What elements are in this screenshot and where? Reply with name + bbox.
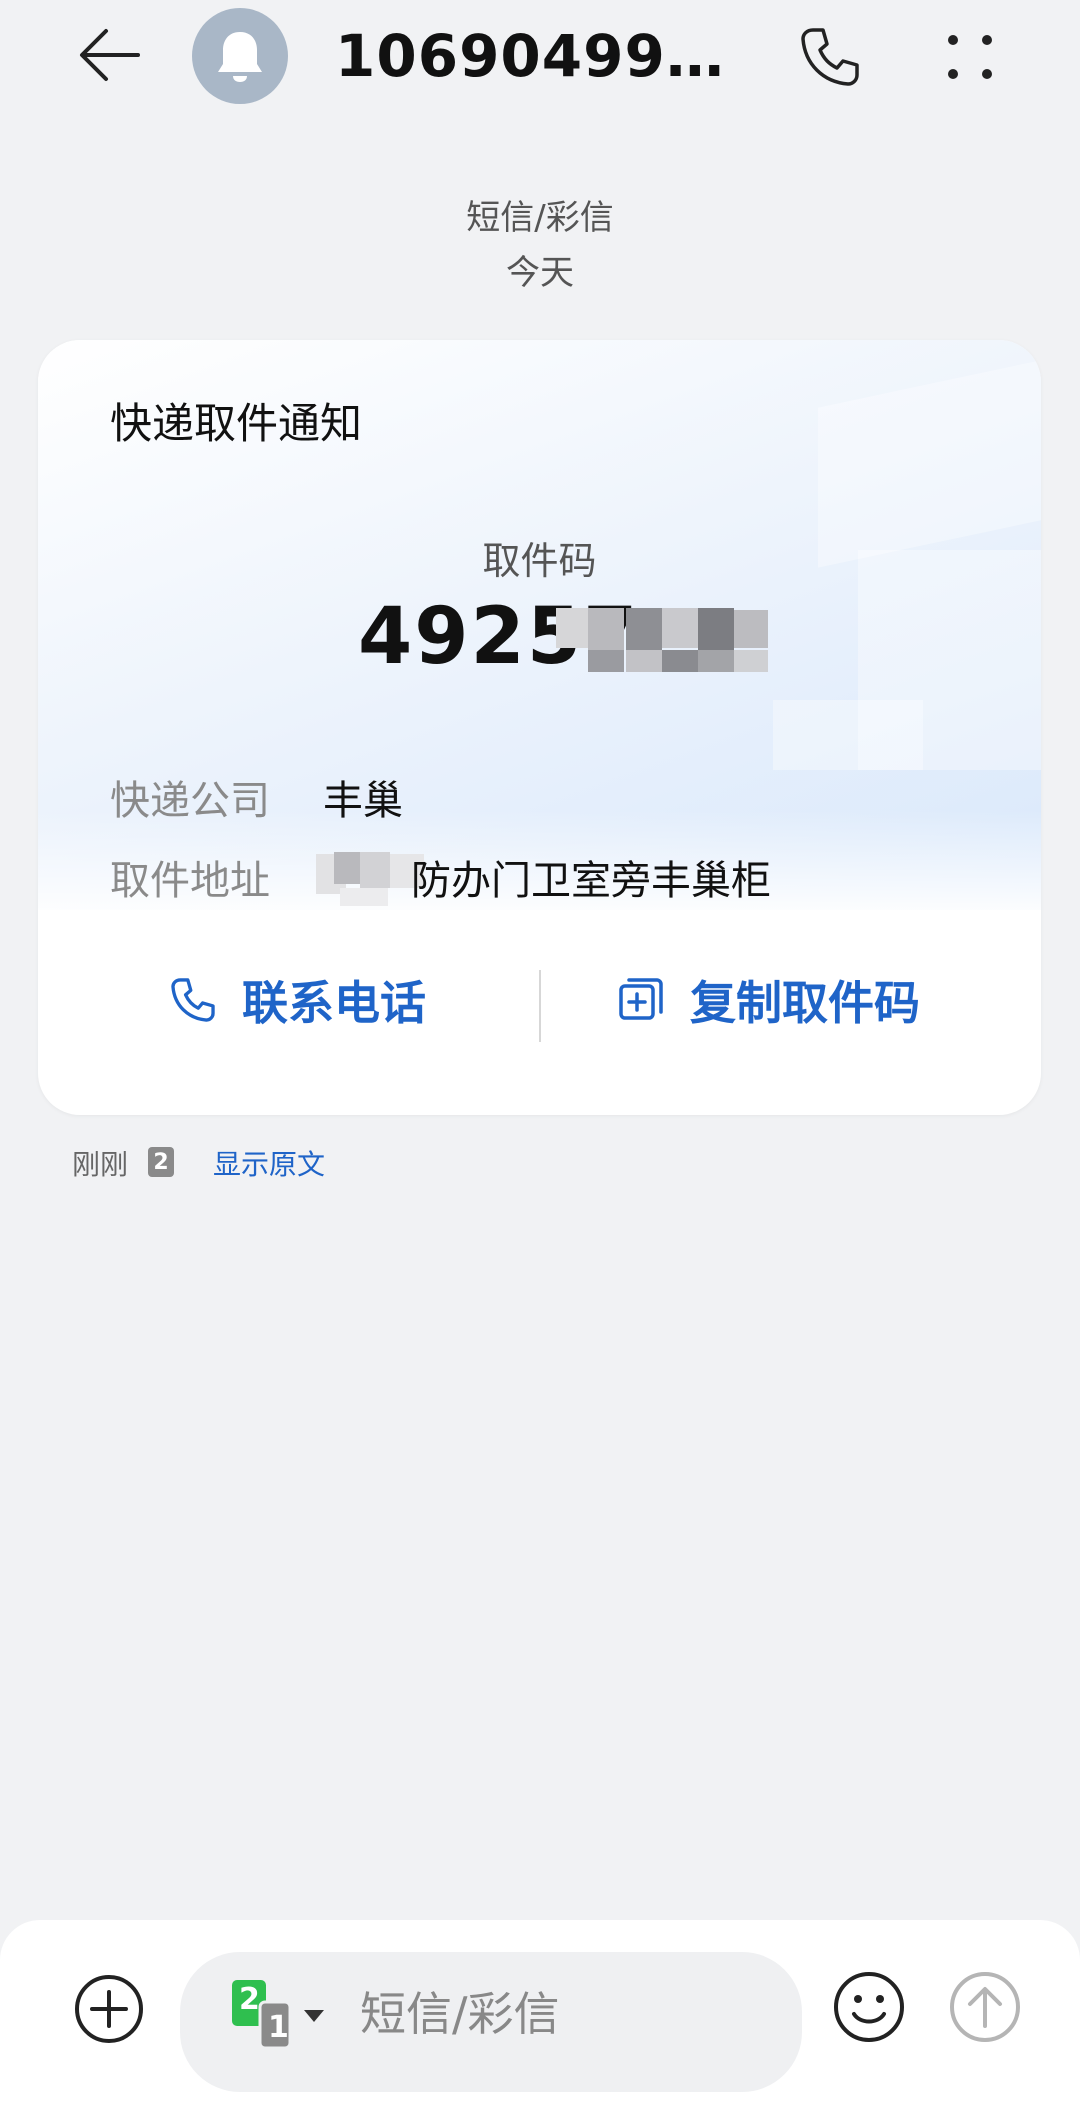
courier-company-value: 丰巢 xyxy=(323,778,403,824)
pickup-address-label: 取件地址 xyxy=(110,858,270,904)
message-time: 刚刚 xyxy=(72,1148,129,1181)
more-button[interactable] xyxy=(935,22,1005,92)
more-dots-icon xyxy=(948,35,992,79)
card-decoration xyxy=(773,700,923,770)
pickup-code-label: 取件码 xyxy=(482,539,597,583)
card-actions: 联系电话 复制取件码 xyxy=(38,940,1041,1060)
call-button[interactable] xyxy=(790,22,870,92)
plus-circle-icon xyxy=(75,1975,143,2043)
copy-icon xyxy=(619,978,663,1020)
phone-icon xyxy=(801,28,859,86)
message-type-label: 短信/彩信 xyxy=(466,198,614,238)
contact-phone-label: 联系电话 xyxy=(242,976,426,1030)
add-attachment-button[interactable] xyxy=(72,1972,146,2046)
bell-icon xyxy=(218,32,262,82)
arrow-up-icon xyxy=(950,1972,1020,2042)
top-bar: 1069049911... xyxy=(0,0,1080,120)
emoji-button[interactable] xyxy=(830,1968,908,2046)
conversation-title: 1069049911... xyxy=(335,22,755,90)
contact-phone-button[interactable]: 联系电话 xyxy=(170,940,426,1060)
sim-badge: 2 xyxy=(148,1147,174,1177)
phone-icon xyxy=(171,978,215,1022)
pickup-address-value: 防办门卫室旁丰巢柜 xyxy=(411,858,771,904)
copy-code-label: 复制取件码 xyxy=(690,976,920,1030)
arrow-left-icon xyxy=(80,29,140,81)
copy-code-button[interactable]: 复制取件码 xyxy=(618,940,920,1060)
show-original-link[interactable]: 显示原文 xyxy=(213,1143,325,1183)
sim-selector[interactable]: 2 1 xyxy=(230,1978,324,2050)
emoji-icon xyxy=(834,1972,904,2042)
courier-company-label: 快递公司 xyxy=(110,778,270,824)
card-title: 快递取件通知 xyxy=(110,399,363,448)
date-separator: 今天 xyxy=(506,253,574,293)
back-button[interactable] xyxy=(70,20,150,90)
send-button[interactable] xyxy=(946,1968,1024,2046)
sim-secondary-number: 1 xyxy=(268,2010,289,2045)
message-input-placeholder: 短信/彩信 xyxy=(360,1987,560,2041)
sim-primary-number: 2 xyxy=(239,1982,260,2017)
express-pickup-card[interactable]: 快递取件通知 取件码 49257 快递公司 丰巢 取件地址 防办门卫室旁丰巢柜 … xyxy=(38,340,1041,1115)
actions-divider xyxy=(539,970,541,1042)
contact-avatar[interactable] xyxy=(192,8,288,104)
